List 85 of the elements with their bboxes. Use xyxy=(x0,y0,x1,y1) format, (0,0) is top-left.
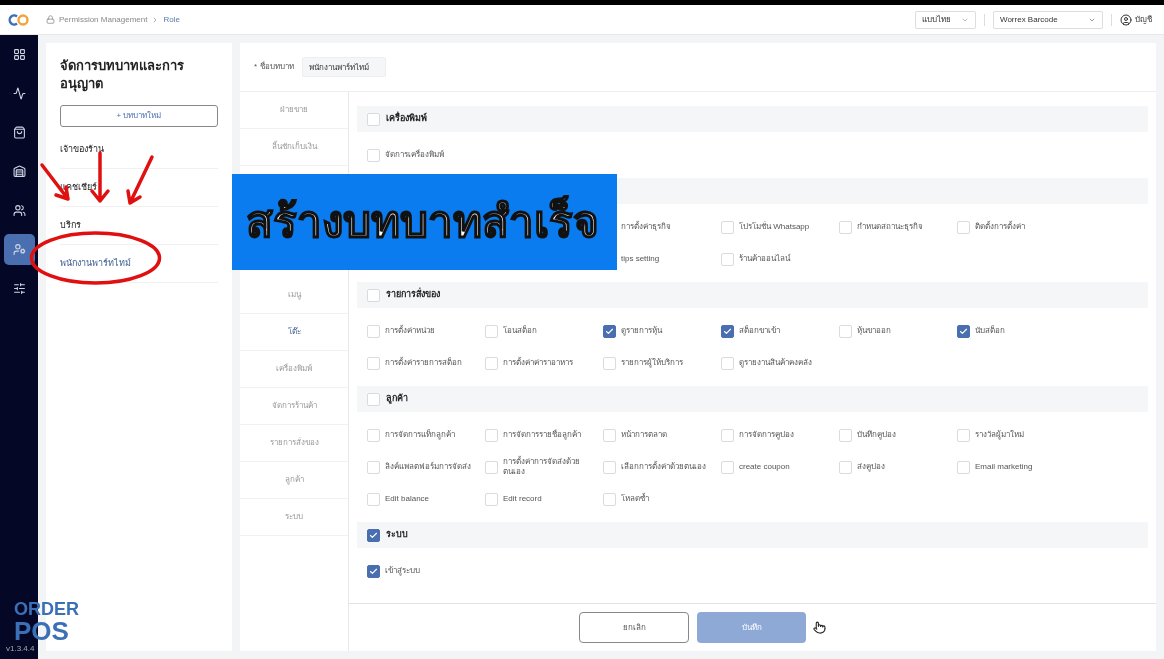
permission-tab[interactable]: เมนู xyxy=(240,277,348,314)
lock-icon xyxy=(46,15,55,24)
activity-icon xyxy=(12,87,26,100)
checkbox[interactable] xyxy=(957,324,970,338)
section-title: เครื่องพิมพ์ xyxy=(386,112,427,126)
permission-label: การตั้งค่าหน่วย xyxy=(385,326,436,336)
user-settings-icon xyxy=(12,243,26,256)
bag-icon xyxy=(12,126,26,139)
role-name-field[interactable]: พนักงานพาร์ทไทม์ xyxy=(302,57,387,77)
new-role-button[interactable]: + บทบาทใหม่ xyxy=(60,105,218,127)
permission-label: การจัดการรายชื่อลูกค้า xyxy=(503,430,582,440)
permission-tab[interactable]: ลิ้นชักเก็บเงิน xyxy=(240,129,348,166)
permission-label: รางวัลผู้มาใหม่ xyxy=(975,430,1025,440)
breadcrumb-current: Role xyxy=(163,13,180,26)
permission-label: โอนสต็อก xyxy=(503,326,538,336)
breadcrumb-link[interactable]: Permission Management xyxy=(59,13,148,26)
sidebar-item[interactable] xyxy=(3,234,35,265)
checkbox[interactable] xyxy=(367,528,380,542)
permission-tab[interactable]: โต๊ะ xyxy=(240,314,348,351)
field-label: ชื่อบทบาท xyxy=(260,61,295,73)
user-icon xyxy=(1120,13,1132,26)
permission-tab[interactable]: ฝ่ายขาย xyxy=(240,92,348,129)
role-item[interactable]: แคชเชียร์ xyxy=(60,169,218,207)
permission-label: การจัดการแท็กลูกค้า xyxy=(385,430,456,440)
banner-text: สร้างบทบาทสำเร็จ xyxy=(246,194,599,248)
section-title: ลูกค้า xyxy=(386,392,408,406)
check-icon xyxy=(369,530,378,540)
check-icon xyxy=(605,326,614,336)
permission-label: create coupon xyxy=(739,462,791,472)
check-icon xyxy=(959,326,968,336)
permission-tab[interactable]: ระบบ xyxy=(240,499,348,536)
checkbox[interactable] xyxy=(603,324,616,338)
permission-label: หน้าการตลาด xyxy=(621,430,668,440)
cancel-button[interactable]: ยกเลิก xyxy=(579,612,689,643)
permission-label: การจัดการคูปอง xyxy=(739,430,795,440)
logo-icon xyxy=(8,12,30,27)
permission-label: นับสต็อก xyxy=(975,326,1006,336)
permission-label: ร้านค้าออนไลน์ xyxy=(739,254,792,264)
account-button[interactable]: บัญชี xyxy=(1120,13,1152,26)
permission-label: ลิงค์แพลตฟอร์มการจัดส่ง xyxy=(385,462,472,472)
permission-tab[interactable]: จัดการร้านค้า xyxy=(240,388,348,425)
cursor-icon xyxy=(813,621,826,634)
permission-label: สต็อกขาเข้า xyxy=(739,326,781,336)
role-item[interactable]: เจ้าของร้าน xyxy=(60,131,218,169)
check-icon xyxy=(723,326,732,336)
permission-label: การตั้งค่าการจัดส่งด้วยตนเอง xyxy=(503,457,581,477)
section-title: ระบบ xyxy=(386,528,408,542)
role-item[interactable]: พนักงานพาร์ทไทม์ xyxy=(60,245,218,283)
grid-icon xyxy=(12,48,26,61)
permission-label: ดูรายงานสินค้าคงคลัง xyxy=(739,358,813,368)
permission-tab[interactable]: ลูกค้า xyxy=(240,462,348,499)
permission-label: โหลดซ้ำ xyxy=(621,494,650,504)
permission-label: การตั้งค่าค่าราอาหาร xyxy=(503,358,574,368)
permission-label: จัดการเครื่องพิมพ์ xyxy=(385,150,445,160)
permission-label: tips setting xyxy=(621,254,661,264)
store-select[interactable]: Worrex Barcode xyxy=(993,10,1103,29)
language-select[interactable]: แบบไทย xyxy=(915,10,976,29)
permission-label: กำหนดสถานะธุรกิจ xyxy=(857,222,924,232)
permission-label: การตั้งค่าธุรกิจ xyxy=(621,222,672,232)
permission-tab[interactable]: เครื่องพิมพ์ xyxy=(240,351,348,388)
section-title: รายการสั่งของ xyxy=(386,288,440,302)
version-text: v1.3.4.4 xyxy=(6,643,35,655)
permission-label: บันทึกคูปอง xyxy=(857,430,897,440)
checkbox[interactable] xyxy=(721,324,734,338)
permission-label: การตั้งค่ารายการสต็อก xyxy=(385,358,463,368)
permission-label: Edit balance xyxy=(385,494,431,504)
permission-tab[interactable]: รายการสั่งของ xyxy=(240,425,348,462)
permission-label: ดูรายการหุ้น xyxy=(621,326,664,336)
permission-label: หุ้นขาออก xyxy=(857,326,892,336)
checkbox[interactable] xyxy=(367,564,380,578)
required-mark: * xyxy=(254,61,258,73)
warehouse-icon xyxy=(12,165,26,178)
permission-label: เลือกการตั้งค่าด้วยตนเอง xyxy=(621,462,707,472)
permission-label: รายการผู้ให้บริการ xyxy=(621,358,684,368)
permission-label: เข้าสู่ระบบ xyxy=(385,566,421,576)
users-icon xyxy=(12,204,26,217)
panel-title: จัดการบทบาทและการอนุญาต xyxy=(60,57,185,93)
check-icon xyxy=(369,566,378,576)
sliders-icon xyxy=(12,282,26,295)
permission-label: Edit record xyxy=(503,494,543,504)
permission-label: ส่งคูปอง xyxy=(857,462,886,472)
permission-label: โปรโมชั่น Whatsapp xyxy=(739,222,811,232)
permission-label: Email marketing xyxy=(975,462,1034,472)
permission-label: ติดตั้งการตั้งค่า xyxy=(975,222,1026,232)
role-item[interactable]: บริกร xyxy=(60,207,218,245)
